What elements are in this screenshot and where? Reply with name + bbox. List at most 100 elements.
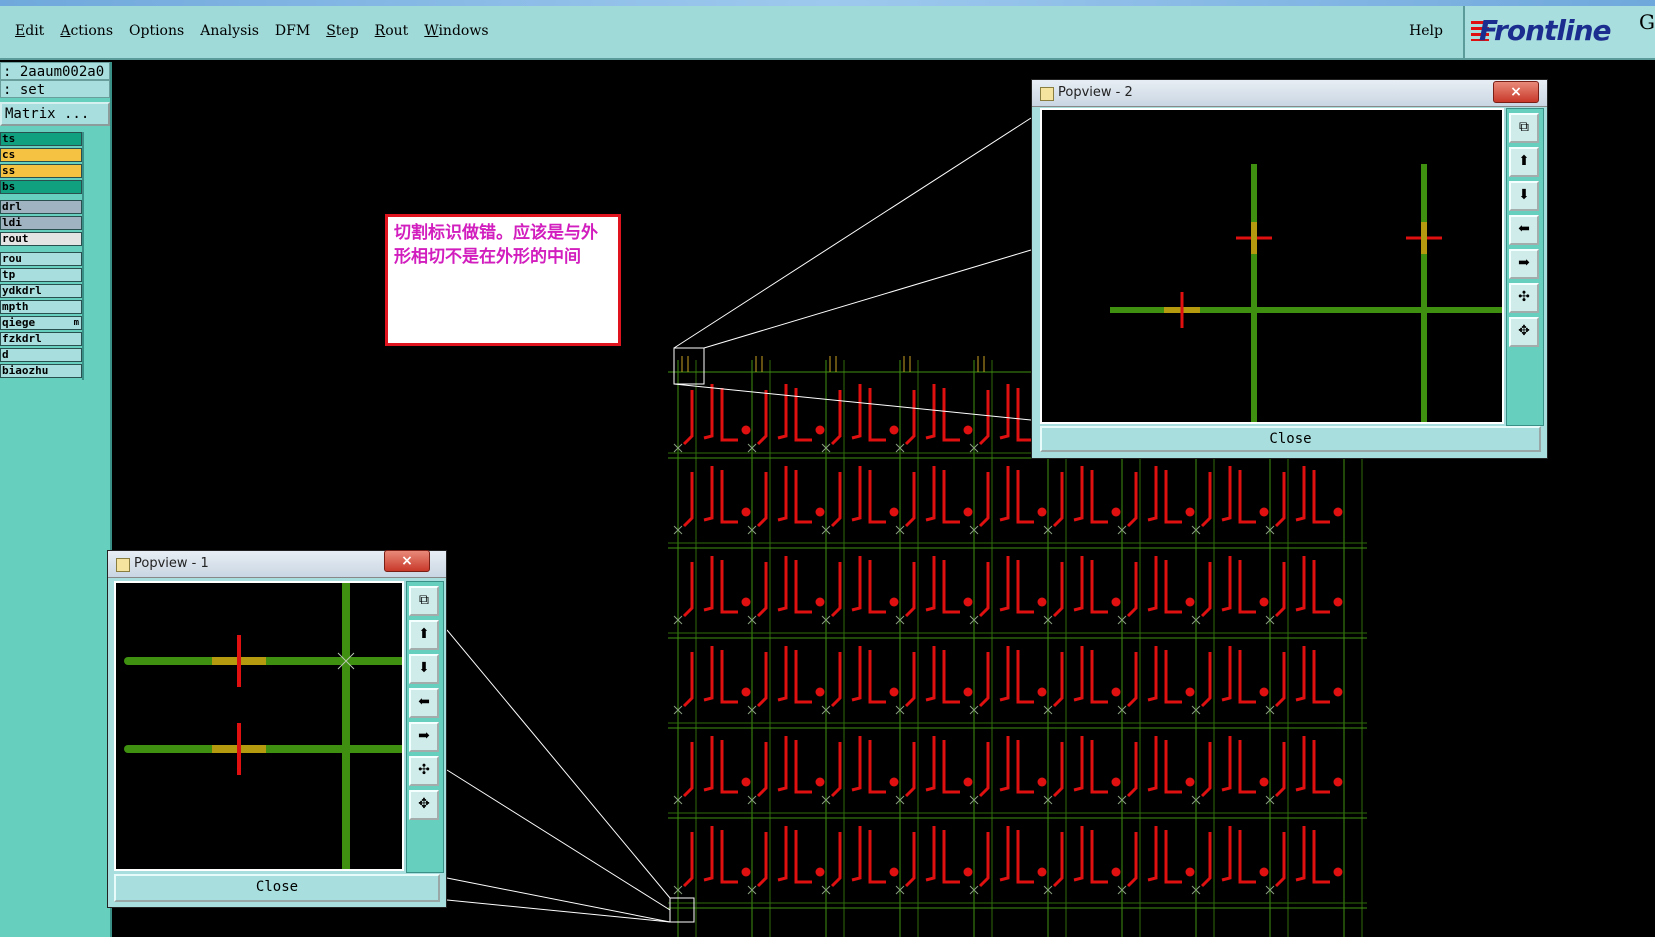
trace-pad <box>815 507 825 517</box>
zoom-in-icon[interactable]: ✣ <box>409 756 439 786</box>
trace-right <box>868 830 886 884</box>
trace-mid <box>1221 466 1232 522</box>
trace-right <box>720 388 738 442</box>
trace-mid <box>777 384 788 440</box>
trace-pad <box>1333 777 1343 787</box>
pan-left-icon[interactable]: ⬅ <box>409 688 439 718</box>
trace-mid <box>777 646 788 702</box>
trace-right <box>942 650 960 704</box>
trace-right <box>794 470 812 524</box>
trace-pad <box>741 507 751 517</box>
trace-left <box>904 390 916 446</box>
popview-1-close-button[interactable]: Close <box>114 874 440 902</box>
trace-mid <box>703 736 714 792</box>
trace-pad <box>741 425 751 435</box>
trace-left <box>1052 652 1064 708</box>
trace-mid <box>925 466 936 522</box>
trace-mid <box>851 556 862 612</box>
trace-right <box>1312 560 1330 614</box>
trace-right <box>1016 740 1034 794</box>
trace-left <box>830 390 842 446</box>
pan-down-icon[interactable]: ⬇ <box>409 654 439 684</box>
trace-left <box>904 562 916 618</box>
pan-down-icon[interactable]: ⬇ <box>1509 181 1539 211</box>
trace-mid <box>1295 736 1306 792</box>
zoom-fit-icon[interactable]: ⧉ <box>1509 113 1539 143</box>
trace-mid <box>703 384 714 440</box>
zoom-out-icon[interactable]: ✥ <box>1509 317 1539 347</box>
zoom-fit-icon[interactable]: ⧉ <box>409 586 439 616</box>
trace-mid <box>1221 736 1232 792</box>
trace-pad <box>1185 507 1195 517</box>
trace-mid <box>1147 556 1158 612</box>
popview-2-view[interactable] <box>1040 108 1504 424</box>
trace-left <box>1274 562 1286 618</box>
trace-right <box>1090 470 1108 524</box>
trace-mid <box>999 736 1010 792</box>
trace-left <box>682 390 694 446</box>
trace-left <box>904 742 916 798</box>
annotation-note: 切割标识做错。应该是与外形相切不是在外形的中间 <box>385 214 621 346</box>
trace-pad <box>889 687 899 697</box>
trace-right <box>1312 740 1330 794</box>
window-icon <box>1040 87 1054 101</box>
trace-pad <box>815 597 825 607</box>
trace-pad <box>889 597 899 607</box>
trace-left <box>1200 562 1212 618</box>
trace-mid <box>777 466 788 522</box>
pan-up-icon[interactable]: ⬆ <box>409 620 439 650</box>
trace-right <box>942 740 960 794</box>
trace-pad <box>815 867 825 877</box>
trace-mid <box>1073 556 1084 612</box>
pan-left-icon[interactable]: ⬅ <box>1509 215 1539 245</box>
trace-right <box>1090 650 1108 704</box>
trace-pad <box>963 687 973 697</box>
zoom-out-icon[interactable]: ✥ <box>409 790 439 820</box>
trace-mid <box>777 736 788 792</box>
trace-right <box>942 560 960 614</box>
trace-mid <box>1295 466 1306 522</box>
popview-2-toolbar: ⧉ ⬆ ⬇ ⬅ ➡ ✣ ✥ <box>1506 108 1544 426</box>
trace-mid <box>925 736 936 792</box>
popview-1-view[interactable] <box>114 581 404 871</box>
trace-left <box>1052 742 1064 798</box>
trace-left <box>1200 652 1212 708</box>
trace-left <box>1126 562 1138 618</box>
trace-left <box>830 832 842 888</box>
trace-pad <box>1185 867 1195 877</box>
trace-mid <box>1147 646 1158 702</box>
trace-mid <box>1221 826 1232 882</box>
close-icon[interactable]: × <box>1493 81 1539 103</box>
trace-pad <box>889 507 899 517</box>
trace-mid <box>999 646 1010 702</box>
trace-mid <box>925 646 936 702</box>
trace-left <box>682 472 694 528</box>
close-icon[interactable]: × <box>384 550 430 572</box>
leader-line <box>446 877 671 923</box>
popview-1-window: Popview - 1 × ⧉ ⬆ ⬇ ⬅ ➡ ✣ ✥ Close <box>107 550 447 908</box>
popview-2-window: Popview - 2 × ⧉ ⬆ ⬇ ⬅ ➡ ✣ ✥ Close <box>1031 79 1548 459</box>
trace-mid <box>1073 736 1084 792</box>
trace-left <box>904 652 916 708</box>
popview-2-close-button[interactable]: Close <box>1040 426 1541 452</box>
trace-right <box>868 650 886 704</box>
trace-left <box>756 390 768 446</box>
trace-left <box>1052 562 1064 618</box>
trace-right <box>1164 470 1182 524</box>
trace-right <box>1016 830 1034 884</box>
zoom-in-icon[interactable]: ✣ <box>1509 283 1539 313</box>
trace-right <box>794 650 812 704</box>
trace-mid <box>1295 646 1306 702</box>
popview-2-titlebar[interactable]: Popview - 2 × <box>1032 80 1547 107</box>
pan-up-icon[interactable]: ⬆ <box>1509 147 1539 177</box>
trace-left <box>904 472 916 528</box>
popview-1-titlebar[interactable]: Popview - 1 × <box>108 550 446 578</box>
pan-right-icon[interactable]: ➡ <box>1509 249 1539 279</box>
pan-right-icon[interactable]: ➡ <box>409 722 439 752</box>
trace-pad <box>1259 867 1269 877</box>
popview-2-title: Popview - 2 <box>1058 85 1133 100</box>
trace-pad <box>1111 687 1121 697</box>
trace-right <box>868 470 886 524</box>
trace-left <box>1052 472 1064 528</box>
trace-right <box>868 388 886 442</box>
